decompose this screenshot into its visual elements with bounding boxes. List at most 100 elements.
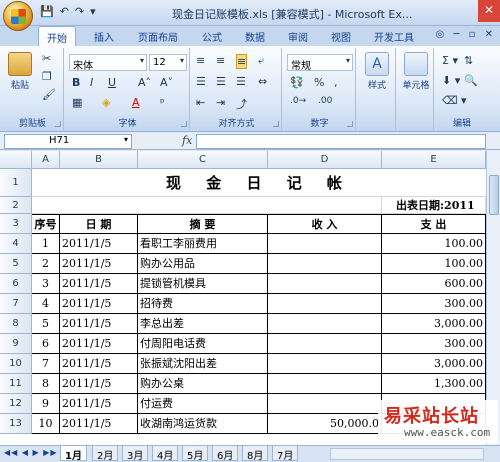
cell-date[interactable]: 2011/1/5 bbox=[60, 254, 138, 274]
cell-seq[interactable]: 9 bbox=[32, 394, 60, 414]
cell-income[interactable] bbox=[268, 274, 382, 294]
cell-income[interactable] bbox=[268, 294, 382, 314]
paste-button[interactable]: 粘贴 bbox=[6, 52, 34, 91]
increase-font-icon[interactable]: A˄ bbox=[138, 76, 151, 89]
decrease-indent-icon[interactable]: ⇤ bbox=[196, 96, 205, 109]
increase-indent-icon[interactable]: ⇥ bbox=[216, 96, 225, 109]
row-header[interactable]: 6 bbox=[0, 274, 32, 294]
tab-data[interactable]: 数据 bbox=[245, 29, 265, 44]
font-color-icon[interactable]: A bbox=[132, 96, 140, 109]
cell-seq[interactable]: 2 bbox=[32, 254, 60, 274]
number-format-select[interactable]: 常规 ▾ bbox=[287, 54, 353, 71]
cell-description[interactable]: 购办公用品 bbox=[138, 254, 268, 274]
cell-date[interactable]: 2011/1/5 bbox=[60, 234, 138, 254]
font-name-select[interactable]: 宋体 ▾ bbox=[69, 54, 147, 71]
cell-description[interactable]: 付运费 bbox=[138, 394, 268, 414]
cell-expense[interactable]: 600.00 bbox=[382, 274, 486, 294]
tab-review[interactable]: 审阅 bbox=[288, 29, 308, 44]
sheet-tab-aug[interactable]: 8月 bbox=[242, 446, 269, 462]
dialog-launcher-icon[interactable] bbox=[273, 121, 279, 127]
undo-icon[interactable]: ↶ bbox=[60, 5, 69, 18]
dialog-launcher-icon[interactable] bbox=[347, 121, 353, 127]
cell-seq[interactable]: 8 bbox=[32, 374, 60, 394]
sheet-tab-jul[interactable]: 7月 bbox=[272, 446, 299, 462]
cell-description[interactable]: 招待费 bbox=[138, 294, 268, 314]
wrap-text-icon[interactable]: ⤶ bbox=[258, 54, 264, 68]
row-header[interactable]: 1 bbox=[0, 169, 32, 197]
cell-expense[interactable]: 3,000.00 bbox=[382, 354, 486, 374]
cell-seq[interactable]: 10 bbox=[32, 414, 60, 434]
cell-seq[interactable]: 5 bbox=[32, 314, 60, 334]
align-right-icon[interactable]: ☰ bbox=[236, 75, 246, 88]
cell-description[interactable]: 收湖南鸿运货款 bbox=[138, 414, 268, 434]
sheet-tab-may[interactable]: 5月 bbox=[182, 446, 209, 462]
column-header-e[interactable]: E bbox=[382, 151, 486, 169]
cell-date[interactable]: 2011/1/5 bbox=[60, 334, 138, 354]
close-button[interactable]: ✕ bbox=[478, 0, 500, 22]
cell-date[interactable]: 2011/1/5 bbox=[60, 314, 138, 334]
date-label[interactable]: 出表日期:2011 bbox=[382, 197, 486, 214]
italic-icon[interactable]: I bbox=[90, 76, 93, 89]
tab-developer[interactable]: 开发工具 bbox=[374, 29, 414, 44]
cell-seq[interactable]: 7 bbox=[32, 354, 60, 374]
comma-style-icon[interactable]: , bbox=[334, 76, 338, 89]
cell-seq[interactable]: 6 bbox=[32, 334, 60, 354]
percent-icon[interactable]: % bbox=[314, 76, 324, 89]
name-box[interactable]: H71 ▾ bbox=[4, 134, 132, 149]
office-button[interactable] bbox=[3, 1, 33, 31]
header-income[interactable]: 收 入 bbox=[268, 214, 382, 234]
scrollbar-thumb[interactable] bbox=[489, 175, 499, 215]
increase-decimal-icon[interactable]: .0→ bbox=[290, 96, 306, 106]
cell-income[interactable]: 50,000.0 bbox=[268, 414, 382, 434]
cell-expense[interactable]: 300.00 bbox=[382, 334, 486, 354]
cell-income[interactable] bbox=[268, 254, 382, 274]
help-icon[interactable]: ◎ ─ ▫ ✕ bbox=[436, 29, 496, 40]
sheet-nav-arrows-icon[interactable]: ◀◀ ◀ ▶ ▶▶ bbox=[4, 448, 58, 457]
row-header[interactable]: 11 bbox=[0, 374, 32, 394]
cell-expense[interactable]: 3,000.00 bbox=[382, 314, 486, 334]
cell-income[interactable] bbox=[268, 354, 382, 374]
cell-income[interactable] bbox=[268, 314, 382, 334]
dialog-launcher-icon[interactable] bbox=[55, 121, 61, 127]
row-header[interactable]: 5 bbox=[0, 254, 32, 274]
format-painter-icon[interactable]: 🖌 bbox=[42, 88, 56, 101]
cell-date[interactable]: 2011/1/5 bbox=[60, 414, 138, 434]
header-date[interactable]: 日 期 bbox=[60, 214, 138, 234]
sheet-tab-mar[interactable]: 3月 bbox=[122, 446, 149, 462]
cell-seq[interactable]: 3 bbox=[32, 274, 60, 294]
autosum-icon[interactable]: Σ ▾ bbox=[442, 54, 458, 67]
cell-description[interactable]: 李总出差 bbox=[138, 314, 268, 334]
horizontal-scrollbar[interactable] bbox=[330, 448, 484, 460]
clear-icon[interactable]: ⌫ ▾ bbox=[442, 94, 467, 107]
currency-icon[interactable]: 💱 bbox=[290, 76, 304, 89]
cell-income[interactable] bbox=[268, 374, 382, 394]
tab-insert[interactable]: 插入 bbox=[94, 29, 114, 44]
cell-description[interactable]: 张振斌沈阳出差 bbox=[138, 354, 268, 374]
align-middle-icon[interactable]: ≡ bbox=[216, 54, 225, 67]
merge-center-icon[interactable]: ⇔ bbox=[258, 75, 267, 88]
row-header[interactable]: 4 bbox=[0, 234, 32, 254]
copy-icon[interactable]: ❐ bbox=[42, 70, 52, 83]
fill-color-icon[interactable]: ◈ bbox=[102, 96, 110, 109]
cell-income[interactable] bbox=[268, 234, 382, 254]
qat-dropdown-icon[interactable]: ▾ bbox=[90, 5, 96, 18]
row-header[interactable]: 9 bbox=[0, 334, 32, 354]
row-header[interactable]: 13 bbox=[0, 414, 32, 434]
column-header-d[interactable]: D bbox=[268, 151, 382, 169]
phonetic-icon[interactable]: ᵖ bbox=[160, 96, 165, 109]
row-header[interactable]: 12 bbox=[0, 394, 32, 414]
bold-icon[interactable]: B bbox=[72, 76, 80, 89]
cell-date[interactable]: 2011/1/5 bbox=[60, 354, 138, 374]
cell-date[interactable]: 2011/1/5 bbox=[60, 374, 138, 394]
column-header-c[interactable]: C bbox=[138, 151, 268, 169]
align-top-icon[interactable]: ≡ bbox=[196, 54, 205, 67]
cell-blank[interactable] bbox=[32, 197, 382, 214]
dialog-launcher-icon[interactable] bbox=[181, 121, 187, 127]
tab-home[interactable]: 开始 bbox=[38, 26, 76, 46]
sheet-title[interactable]: 现 金 日 记 帐 bbox=[32, 169, 486, 197]
orientation-icon[interactable]: ⤴ bbox=[236, 96, 247, 112]
cut-icon[interactable]: ✂ bbox=[42, 52, 51, 65]
header-description[interactable]: 摘 要 bbox=[138, 214, 268, 234]
cell-date[interactable]: 2011/1/5 bbox=[60, 394, 138, 414]
underline-icon[interactable]: U bbox=[108, 76, 116, 89]
